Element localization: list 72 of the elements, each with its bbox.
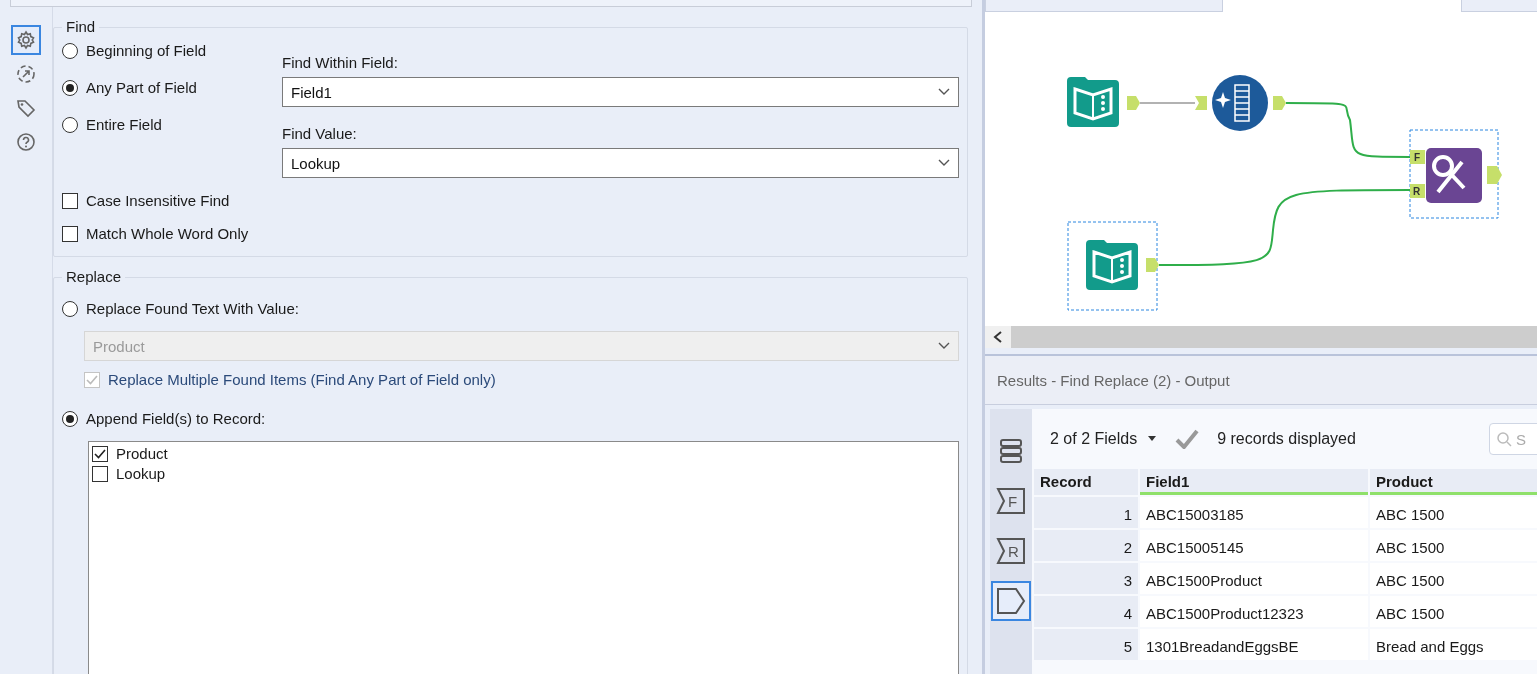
input-anchor[interactable]: R bbox=[1410, 184, 1425, 198]
sidebar-button[interactable] bbox=[11, 25, 41, 55]
anchor-button[interactable]: F bbox=[991, 481, 1031, 521]
anchor-letter: R bbox=[1008, 543, 1019, 560]
input-anchor[interactable]: F bbox=[1410, 150, 1425, 164]
settings-icon bbox=[16, 30, 36, 50]
table-cell: ABC 1500 bbox=[1370, 563, 1537, 594]
field-label: Find Within Field: bbox=[282, 54, 399, 71]
table-cell: ABC15005145 bbox=[1140, 530, 1368, 561]
find-replace-tool-icon[interactable] bbox=[1426, 148, 1482, 203]
output-anchor-icon bbox=[996, 587, 1026, 615]
input-anchor[interactable] bbox=[1195, 96, 1207, 110]
table-cell: Bread and Eggs bbox=[1370, 629, 1537, 660]
table-cell: ABC1500Product bbox=[1140, 563, 1368, 594]
list-icon bbox=[999, 438, 1023, 464]
radio-button[interactable] bbox=[62, 79, 78, 96]
records-count: 9 records displayed bbox=[1217, 430, 1356, 448]
search-icon bbox=[1496, 431, 1512, 447]
radio-button[interactable] bbox=[62, 42, 78, 59]
option-label: Case Insensitive Find bbox=[86, 192, 230, 209]
table-cell: ABC 1500 bbox=[1370, 530, 1537, 561]
table-cell: 4 bbox=[1034, 596, 1138, 627]
value-dropdown[interactable]: Lookup bbox=[282, 148, 959, 178]
column-header[interactable]: Record bbox=[1034, 469, 1138, 495]
arrow-circle-icon bbox=[16, 64, 36, 84]
input-anchor-icon bbox=[996, 487, 1026, 515]
chevron-left-icon[interactable] bbox=[993, 331, 1003, 343]
option-label: Any Part of Field bbox=[86, 79, 197, 96]
table-cell: ABC 1500 bbox=[1370, 596, 1537, 627]
group-title: Find bbox=[62, 18, 100, 35]
group-title: Replace bbox=[62, 268, 126, 285]
anchor-letter: F bbox=[1008, 493, 1018, 510]
field-label: Find Value: bbox=[282, 125, 358, 142]
table-cell: 3 bbox=[1034, 563, 1138, 594]
option-label: Entire Field bbox=[86, 116, 162, 133]
table-cell: ABC15003185 bbox=[1140, 497, 1368, 528]
anchor-button[interactable]: R bbox=[991, 531, 1031, 571]
table-cell: 1 bbox=[1034, 497, 1138, 528]
option-label: Replace Multiple Found Items (Find Any Part of Field only) bbox=[108, 371, 496, 388]
chevron-down-icon bbox=[938, 159, 950, 167]
column-header[interactable]: Product bbox=[1370, 469, 1537, 495]
check-icon[interactable] bbox=[1175, 429, 1200, 449]
help-icon bbox=[16, 132, 36, 152]
book-tool-icon[interactable] bbox=[1067, 77, 1119, 127]
input-anchor-icon bbox=[996, 537, 1026, 565]
results-title: Results - Find Replace (2) - Output bbox=[997, 371, 1230, 389]
option-label: Append Field(s) to Record: bbox=[86, 410, 266, 427]
book-tool-icon[interactable] bbox=[1086, 240, 1138, 290]
horizontal-scrollbar[interactable] bbox=[985, 326, 1537, 348]
chevron-down-icon bbox=[938, 88, 950, 96]
option-label: Replace Found Text With Value: bbox=[86, 300, 299, 317]
option-label: Match Whole Word Only bbox=[86, 225, 249, 242]
radio-button[interactable] bbox=[62, 116, 78, 133]
chevron-down-icon bbox=[938, 342, 950, 350]
caret-icon bbox=[1147, 436, 1158, 442]
option-label: Product bbox=[116, 445, 168, 462]
field-dropdown[interactable]: Field1 bbox=[282, 77, 959, 107]
table-cell: 1301BreadandEggsBE bbox=[1140, 629, 1368, 660]
table-cell: 5 bbox=[1034, 629, 1138, 660]
table-cell: ABC 1500 bbox=[1370, 497, 1537, 528]
globe-tool-icon[interactable] bbox=[1212, 75, 1268, 131]
option-label: Beginning of Field bbox=[86, 42, 207, 59]
column-header[interactable]: Field1 bbox=[1140, 469, 1368, 495]
connector-line bbox=[1139, 102, 1196, 104]
table-cell: 2 bbox=[1034, 530, 1138, 561]
checkbox[interactable] bbox=[62, 192, 78, 209]
fields-dropdown[interactable]: 2 of 2 Fields bbox=[1050, 430, 1158, 448]
table-cell: ABC1500Product12323 bbox=[1140, 596, 1368, 627]
checkbox[interactable] bbox=[62, 225, 78, 242]
option-label: Lookup bbox=[116, 465, 166, 482]
tag-icon bbox=[16, 98, 36, 118]
anchor-button[interactable] bbox=[991, 581, 1031, 621]
